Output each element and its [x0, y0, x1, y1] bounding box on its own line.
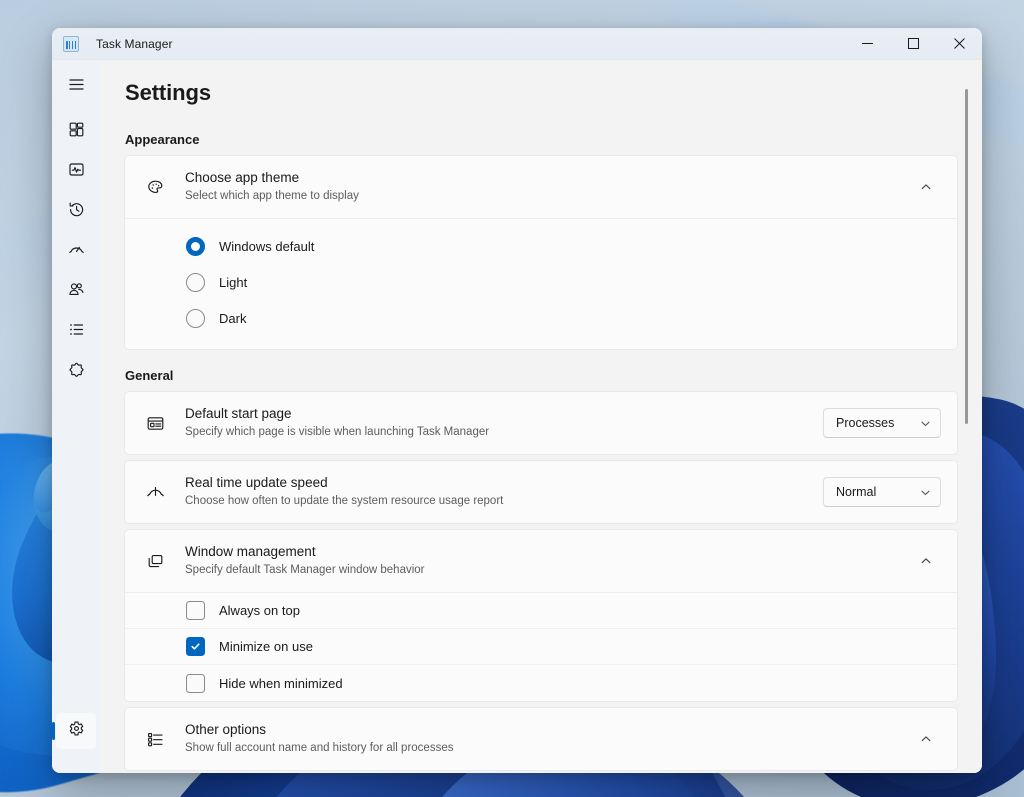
- setting-card-choose-app-theme: Choose app theme Select which app theme …: [124, 155, 958, 350]
- page-title: Settings: [125, 80, 211, 105]
- card-title: Default start page: [185, 406, 292, 422]
- scrollbar-thumb[interactable]: [965, 89, 968, 424]
- checkbox-indicator[interactable]: [186, 637, 205, 656]
- processes-grid-icon: [68, 121, 85, 143]
- task-manager-window: Task Manager Settings Appearance Choose …: [52, 28, 982, 773]
- section-general: General Default start page Specify which…: [124, 368, 958, 771]
- checkbox-option-hide-when-minimized[interactable]: Hide when minimized: [125, 665, 957, 701]
- sidebar-item-details[interactable]: [56, 314, 96, 350]
- window-management-icon: [143, 551, 167, 572]
- chevron-down-icon: [920, 418, 931, 429]
- radio-indicator[interactable]: [186, 236, 205, 256]
- maximize-button[interactable]: [890, 28, 936, 60]
- title-bar[interactable]: Task Manager: [52, 28, 982, 60]
- setting-card-real-time-update-speed: Real time update speed Choose how often …: [124, 460, 958, 524]
- services-gear-outline-icon: [68, 361, 85, 383]
- settings-content: Settings Appearance Choose app theme Sel…: [100, 60, 982, 773]
- details-list-icon: [68, 321, 85, 343]
- sidebar-item-menu[interactable]: [56, 69, 96, 105]
- performance-pulse-icon: [68, 161, 85, 183]
- card-subtitle: Select which app theme to display: [185, 190, 359, 203]
- sidebar-item-startup-apps[interactable]: [56, 234, 96, 270]
- sidebar-item-performance[interactable]: [56, 154, 96, 190]
- sidebar-item-processes[interactable]: [56, 114, 96, 150]
- app-history-clock-icon: [68, 201, 85, 223]
- card-header: Real time update speed Choose how often …: [125, 461, 957, 523]
- dropdown-value: Processes: [836, 416, 895, 430]
- card-title: Other options: [185, 722, 267, 738]
- radio-indicator[interactable]: [186, 272, 205, 292]
- section-heading: General: [125, 368, 174, 383]
- settings-gear-icon: [68, 720, 85, 742]
- card-title: Choose app theme: [185, 170, 300, 186]
- start-page-window-icon: [143, 413, 167, 434]
- card-header[interactable]: Choose app theme Select which app theme …: [125, 156, 957, 218]
- card-subtitle: Specify which page is visible when launc…: [185, 426, 490, 439]
- option-label: Minimize on use: [219, 639, 313, 654]
- setting-card-other-options: Other options Show full account name and…: [124, 707, 958, 771]
- card-subtitle: Specify default Task Manager window beha…: [185, 564, 425, 577]
- card-header[interactable]: Window management Specify default Task M…: [125, 530, 957, 592]
- update-speed-gauge-icon: [143, 482, 167, 503]
- radio-option-windows-default[interactable]: Windows default: [125, 228, 957, 264]
- navigation-rail: [52, 60, 100, 773]
- users-people-icon: [68, 281, 85, 303]
- section-heading: Appearance: [125, 132, 200, 147]
- theme-options-group: Windows default Light Dark: [125, 218, 957, 349]
- option-label: Windows default: [219, 238, 315, 254]
- real-time-update-speed-dropdown[interactable]: Normal: [823, 477, 941, 507]
- sidebar-item-settings[interactable]: [52, 713, 96, 749]
- other-options-list-icon: [143, 729, 167, 750]
- window-title: Task Manager: [96, 36, 173, 51]
- section-appearance: Appearance Choose app theme Select which…: [124, 132, 958, 350]
- minimize-button[interactable]: [844, 28, 890, 60]
- window-controls: [844, 28, 982, 60]
- chevron-down-icon: [920, 487, 931, 498]
- chevron-up-icon[interactable]: [911, 724, 941, 754]
- option-label: Hide when minimized: [219, 675, 343, 691]
- startup-gauge-icon: [68, 241, 85, 263]
- radio-indicator[interactable]: [186, 308, 205, 328]
- sidebar-item-users[interactable]: [56, 274, 96, 310]
- card-title: Real time update speed: [185, 475, 328, 491]
- option-label: Always on top: [219, 603, 300, 618]
- scrollbar-track[interactable]: [965, 60, 975, 773]
- hamburger-menu-icon: [68, 76, 85, 98]
- card-header: Default start page Specify which page is…: [125, 392, 957, 454]
- default-start-page-dropdown[interactable]: Processes: [823, 408, 941, 438]
- checkbox-option-minimize-on-use[interactable]: Minimize on use: [125, 629, 957, 665]
- sidebar-item-services[interactable]: [56, 354, 96, 390]
- option-label: Light: [219, 274, 248, 290]
- option-label: Dark: [219, 310, 247, 326]
- radio-option-light[interactable]: Light: [125, 264, 957, 300]
- card-subtitle: Show full account name and history for a…: [185, 742, 454, 755]
- chevron-up-icon[interactable]: [911, 172, 941, 202]
- palette-icon: [143, 177, 167, 198]
- close-button[interactable]: [936, 28, 982, 60]
- checkbox-option-always-on-top[interactable]: Always on top: [125, 593, 957, 629]
- window-management-options-group: Always on top Minimize on use Hide when …: [125, 592, 957, 701]
- checkbox-indicator[interactable]: [186, 601, 205, 620]
- chevron-up-icon[interactable]: [911, 546, 941, 576]
- sidebar-item-app-history[interactable]: [56, 194, 96, 230]
- setting-card-default-start-page: Default start page Specify which page is…: [124, 391, 958, 455]
- card-subtitle: Choose how often to update the system re…: [185, 495, 504, 508]
- task-manager-chart-icon: [63, 35, 79, 52]
- setting-card-window-management: Window management Specify default Task M…: [124, 529, 958, 702]
- dropdown-value: Normal: [836, 485, 877, 499]
- checkbox-indicator[interactable]: [186, 673, 205, 693]
- card-title: Window management: [185, 544, 316, 560]
- card-header[interactable]: Other options Show full account name and…: [125, 708, 957, 770]
- radio-option-dark[interactable]: Dark: [125, 300, 957, 336]
